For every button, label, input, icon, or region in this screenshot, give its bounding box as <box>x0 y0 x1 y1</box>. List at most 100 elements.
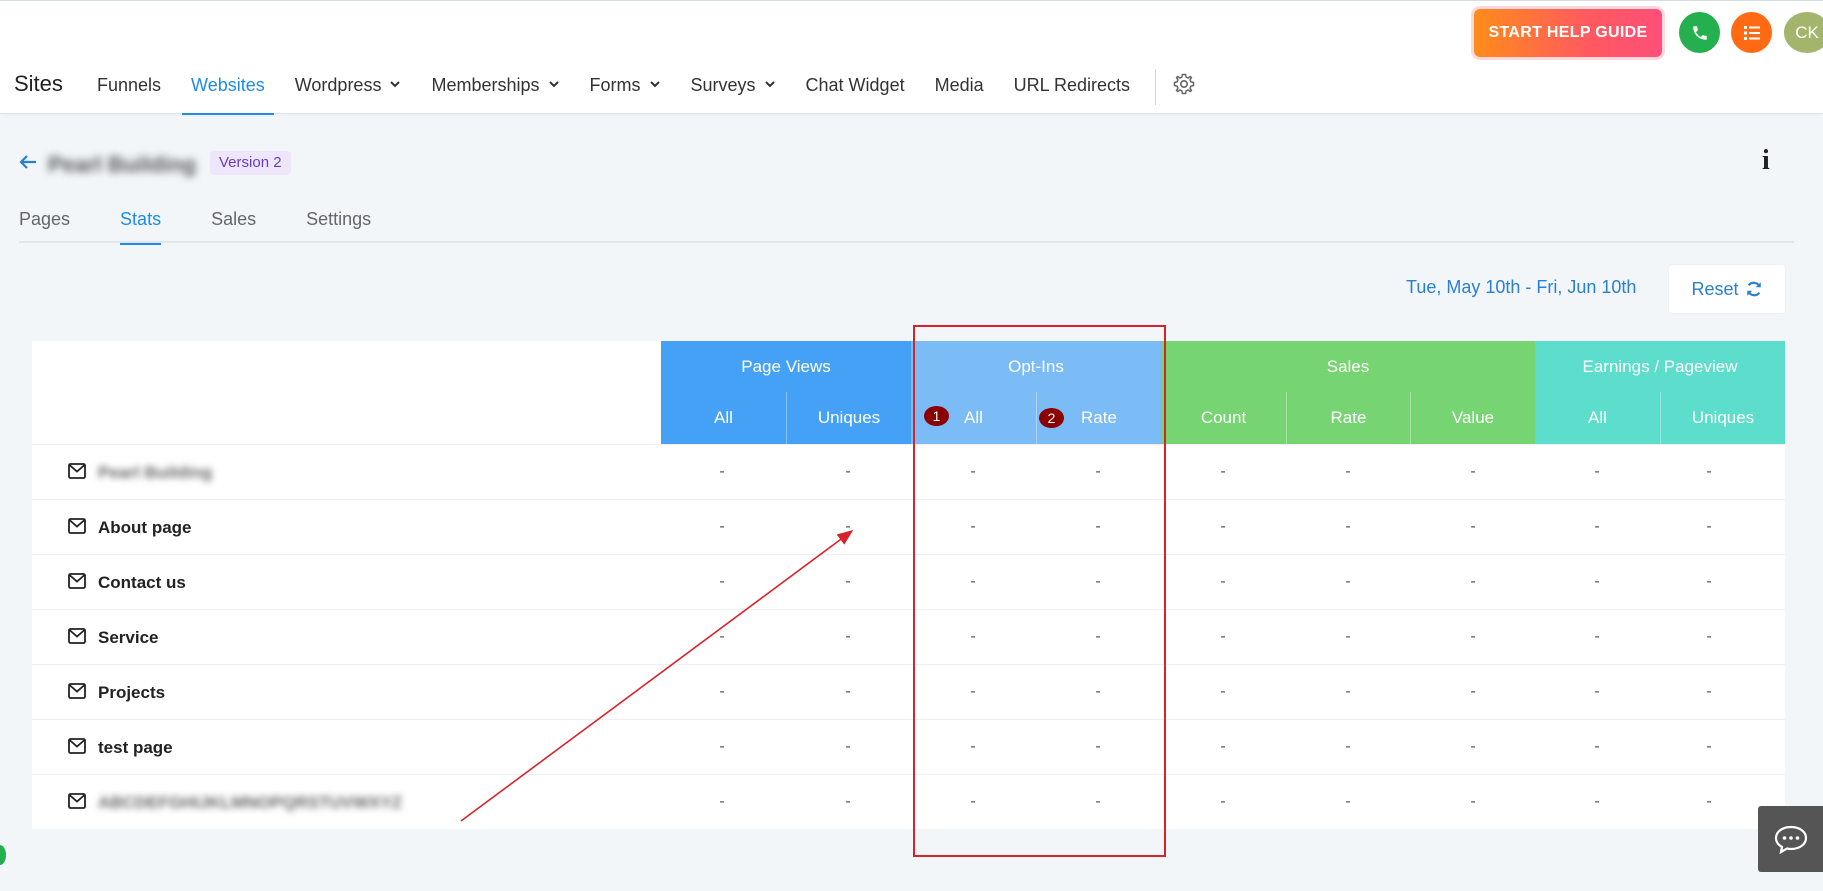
stat-value: - <box>970 738 976 755</box>
stat-value: - <box>1095 793 1101 810</box>
nav-chat-widget[interactable]: Chat Widget <box>797 65 914 115</box>
arrow-left-icon[interactable] <box>17 151 39 173</box>
table-row[interactable]: Pearl Building - - - - - - - - - <box>32 444 1785 499</box>
col-page-views-all[interactable]: All <box>661 392 786 444</box>
stat-value: - <box>970 518 976 535</box>
table-row[interactable]: Projects - - - - - - - - - <box>32 664 1785 719</box>
nav-forms[interactable]: Forms <box>581 65 670 115</box>
row-label[interactable]: ABCDEFGHIJKLMNOPQRSTUVWXYZ <box>98 793 402 813</box>
task-list-button[interactable] <box>1731 12 1772 53</box>
tab-sales[interactable]: Sales <box>211 209 256 243</box>
list-icon <box>1743 25 1760 40</box>
stat-value: - <box>719 463 725 480</box>
nav-media[interactable]: Media <box>926 65 993 115</box>
col-sales-rate[interactable]: Rate <box>1286 392 1410 444</box>
stat-value: - <box>1220 793 1226 810</box>
stat-value: - <box>1220 683 1226 700</box>
stat-value: - <box>1095 573 1101 590</box>
table-group-header: Page Views Opt-Ins Sales Earnings / Page… <box>32 341 1785 392</box>
col-opt-ins-all[interactable]: 1 All <box>911 392 1036 444</box>
col-earnings-uniques[interactable]: Uniques <box>1660 392 1785 444</box>
tab-settings[interactable]: Settings <box>306 209 371 243</box>
stat-value: - <box>1706 463 1712 480</box>
nav-funnels[interactable]: Funnels <box>88 65 170 115</box>
nav-surveys[interactable]: Surveys <box>682 65 785 115</box>
stat-value: - <box>1594 793 1600 810</box>
main-nav: Funnels Websites Wordpress Memberships F… <box>88 65 1196 115</box>
stat-value: - <box>1706 628 1712 645</box>
nav-label: Forms <box>589 75 641 95</box>
table-row[interactable]: Contact us - - - - - - - - - <box>32 554 1785 609</box>
row-label[interactable]: Service <box>98 628 159 648</box>
stat-value: - <box>845 683 851 700</box>
stat-value: - <box>1345 628 1351 645</box>
mail-icon <box>68 518 86 534</box>
nav-websites[interactable]: Websites <box>182 65 274 115</box>
col-page-views-uniques[interactable]: Uniques <box>786 392 911 444</box>
col-opt-ins-rate[interactable]: 2 Rate <box>1036 392 1161 444</box>
stat-value: - <box>1470 683 1476 700</box>
stat-value: - <box>1706 573 1712 590</box>
row-label[interactable]: About page <box>98 518 192 538</box>
stat-value: - <box>1095 683 1101 700</box>
stat-value: - <box>719 738 725 755</box>
col-sales-value[interactable]: Value <box>1410 392 1535 444</box>
chat-icon <box>1774 825 1807 854</box>
row-label[interactable]: Projects <box>98 683 165 703</box>
stat-value: - <box>970 628 976 645</box>
stat-value: - <box>845 463 851 480</box>
stat-value: - <box>845 793 851 810</box>
chevron-down-icon <box>390 81 401 88</box>
mail-icon <box>68 738 86 754</box>
phone-icon <box>1692 25 1707 40</box>
tab-stats[interactable]: Stats <box>120 209 162 245</box>
table-row[interactable]: About page - - - - - - - - - <box>32 499 1785 554</box>
nav-divider <box>1154 69 1156 105</box>
stat-value: - <box>1470 793 1476 810</box>
stat-value: - <box>1095 628 1101 645</box>
stat-value: - <box>1470 463 1476 480</box>
tab-pages[interactable]: Pages <box>19 209 70 243</box>
stat-value: - <box>1220 463 1226 480</box>
col-label: All <box>964 408 983 427</box>
row-label[interactable]: Pearl Building <box>98 463 212 483</box>
annotation-badge-1: 1 <box>924 406 949 426</box>
group-page-views: Page Views <box>661 341 911 392</box>
table-row[interactable]: Service - - - - - - - - - <box>32 609 1785 664</box>
mail-icon <box>68 683 86 699</box>
nav-wordpress[interactable]: Wordpress <box>286 65 411 115</box>
col-sales-count[interactable]: Count <box>1161 392 1286 444</box>
mail-icon <box>68 463 86 479</box>
stat-value: - <box>970 573 976 590</box>
top-header: Sites Funnels Websites Wordpress Members… <box>0 0 1823 115</box>
mail-icon <box>68 793 86 809</box>
nav-label: Wordpress <box>294 75 382 95</box>
row-label[interactable]: Contact us <box>98 573 186 593</box>
stat-value: - <box>1345 683 1351 700</box>
row-label[interactable]: test page <box>98 738 173 758</box>
table-row[interactable]: test page - - - - - - - - - <box>32 719 1785 774</box>
mail-icon <box>68 573 86 589</box>
group-sales: Sales <box>1161 341 1535 392</box>
avatar[interactable]: CK <box>1784 12 1823 53</box>
reset-button[interactable]: Reset <box>1668 264 1786 314</box>
nav-memberships[interactable]: Memberships <box>422 65 568 115</box>
stat-value: - <box>1594 738 1600 755</box>
phone-button[interactable] <box>1679 12 1720 53</box>
gear-icon[interactable] <box>1172 72 1196 96</box>
stat-value: - <box>845 738 851 755</box>
col-earnings-all[interactable]: All <box>1535 392 1660 444</box>
stat-value: - <box>719 793 725 810</box>
site-name: Pearl Building <box>48 152 196 177</box>
nav-url-redirects[interactable]: URL Redirects <box>1005 65 1139 115</box>
start-help-guide-button[interactable]: START HELP GUIDE <box>1474 9 1662 57</box>
stat-value: - <box>1220 738 1226 755</box>
chat-widget-button[interactable] <box>1758 806 1823 872</box>
table-row[interactable]: ABCDEFGHIJKLMNOPQRSTUVWXYZ - - - - - - - - - <box>32 774 1785 829</box>
date-range-picker[interactable]: Tue, May 10th - Fri, Jun 10th <box>1406 277 1636 298</box>
nav-label: Memberships <box>431 75 540 95</box>
info-icon[interactable]: i <box>1762 145 1770 177</box>
stat-value: - <box>1594 518 1600 535</box>
table-sub-header: All Uniques 1 All 2 Rate Count Rate Valu… <box>32 392 1785 444</box>
nav-label: Websites <box>191 75 265 95</box>
